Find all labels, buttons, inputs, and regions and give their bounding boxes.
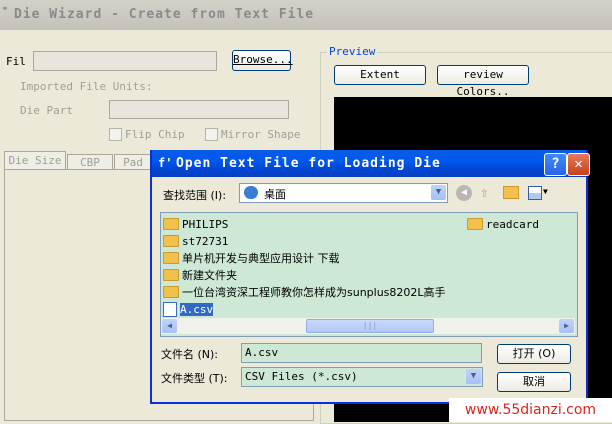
tab-die-size[interactable]: Die Size [4, 151, 66, 170]
scroll-left-icon[interactable]: ◀ [162, 319, 177, 333]
horizontal-scrollbar[interactable]: ◀ ||| ▶ [161, 318, 575, 334]
folder-icon [163, 286, 179, 298]
die-part-label: Die Part [20, 104, 73, 117]
list-item[interactable]: st72731 [163, 234, 228, 249]
help-button[interactable]: ? [544, 153, 567, 176]
list-item[interactable]: 单片机开发与典型应用设计 下载 [163, 251, 340, 266]
view-menu-chevron-icon[interactable]: ▼ [543, 187, 548, 196]
main-title-bar: " Die Wizard - Create from Text File [0, 0, 612, 30]
extent-button[interactable]: Extent [334, 65, 426, 85]
filename-value: A.csv [245, 346, 279, 359]
chevron-down-icon[interactable]: ▼ [466, 369, 481, 384]
folder-icon [163, 269, 179, 281]
scroll-right-icon[interactable]: ▶ [559, 319, 574, 333]
dialog-title: Open Text File for Loading Die [176, 156, 441, 171]
scroll-thumb[interactable]: ||| [306, 319, 434, 333]
tab-pad[interactable]: Pad [114, 154, 152, 170]
up-folder-icon[interactable]: ⇧ [480, 185, 488, 201]
csv-file-icon [163, 301, 177, 317]
folder-icon [163, 235, 179, 247]
browse-button[interactable]: Browse... [232, 50, 293, 71]
back-icon[interactable]: ◀ [456, 185, 472, 201]
filetype-value: CSV Files (*.csv) [245, 370, 358, 383]
flip-chip-checkbox[interactable] [109, 128, 122, 141]
filename-label: 文件名 (N): [161, 348, 219, 361]
desktop-icon [244, 186, 258, 199]
folder-shortcut-icon [467, 218, 483, 230]
file-label: Fil [6, 55, 26, 68]
look-in-dropdown[interactable]: 桌面 ▼ [239, 183, 448, 203]
list-item[interactable]: 一位台湾资深工程师教你怎样成为sunplus8202L高手 [163, 285, 446, 300]
folder-icon [163, 218, 179, 230]
open-button[interactable]: 打开 (O) [497, 344, 571, 364]
look-in-value: 桌面 [264, 188, 286, 201]
dialog-app-icon: f' [158, 156, 173, 170]
view-menu-icon[interactable] [528, 186, 542, 200]
preview-label: Preview [327, 45, 378, 58]
list-item[interactable]: readcard [467, 217, 539, 232]
tab-cbp[interactable]: CBP [67, 154, 113, 170]
filetype-dropdown[interactable]: CSV Files (*.csv) ▼ [241, 367, 483, 387]
dialog-title-bar: f' Open Text File for Loading Die ? ✕ [152, 150, 590, 177]
new-folder-icon[interactable] [503, 186, 519, 199]
list-item-selected[interactable]: A.csv [163, 301, 214, 317]
list-item[interactable]: PHILIPS [163, 217, 228, 232]
app-icon: " [2, 6, 9, 17]
imported-units-label: Imported File Units: [20, 80, 153, 93]
watermark: www.55dianzi.com [449, 398, 612, 422]
mirror-shape-label: Mirror Shape [221, 128, 301, 141]
close-button[interactable]: ✕ [567, 153, 590, 176]
look-in-label: 查找范围 (I): [163, 189, 227, 202]
list-item[interactable]: 新建文件夹 [163, 268, 237, 283]
cancel-button[interactable]: 取消 [497, 372, 571, 392]
preview-colors-button[interactable]: review Colors.. [437, 65, 529, 98]
filename-input[interactable]: A.csv [241, 343, 482, 363]
chevron-down-icon[interactable]: ▼ [431, 185, 446, 200]
file-path-input[interactable] [33, 51, 217, 71]
folder-icon [163, 252, 179, 264]
window-title: Die Wizard - Create from Text File [14, 7, 315, 22]
die-part-input[interactable] [109, 100, 289, 119]
filetype-label: 文件类型 (T): [161, 372, 228, 385]
mirror-shape-checkbox[interactable] [205, 128, 218, 141]
flip-chip-label: Flip Chip [125, 128, 185, 141]
